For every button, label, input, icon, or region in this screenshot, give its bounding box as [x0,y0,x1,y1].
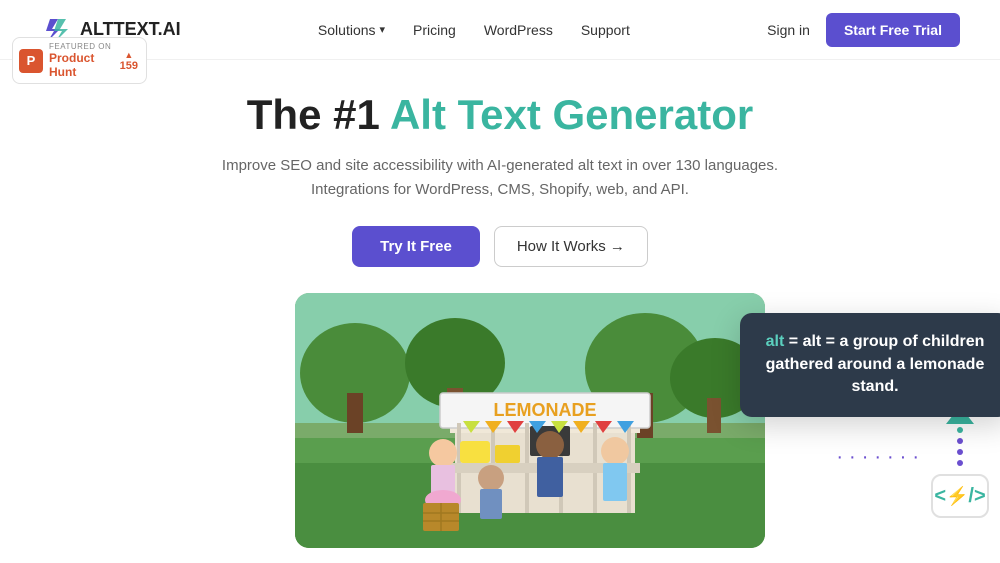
nav-right: Sign in Start Free Trial [767,13,960,47]
arrow-dots [957,427,963,466]
hero-subtitle: Improve SEO and site accessibility with … [222,154,778,202]
navbar: ALTTEXT.AI Solutions ▾ Pricing WordPress… [0,0,1000,60]
code-icon: < ⚡ /> [931,474,989,518]
nav-support[interactable]: Support [581,22,630,38]
hero-buttons: Try It Free How It Works → [352,226,648,267]
try-it-free-button[interactable]: Try It Free [352,226,480,267]
nav-pricing[interactable]: Pricing [413,22,456,38]
product-hunt-badge[interactable]: P FEATURED ON Product Hunt ▲ 159 [12,37,147,84]
svg-text:LEMONADE: LEMONADE [494,400,597,420]
how-it-works-button[interactable]: How It Works → [494,226,648,267]
product-hunt-count: ▲ 159 [120,50,138,72]
dotted-line: ······· [836,446,925,469]
demo-section: LEMONADE 10¢ [0,293,1000,548]
demo-image: LEMONADE 10¢ [295,293,765,548]
chevron-down-icon: ▾ [380,23,386,36]
nav-links: Solutions ▾ Pricing WordPress Support [318,22,630,38]
lemonade-scene-image: LEMONADE 10¢ [295,293,765,548]
hero-title: The #1 Alt Text Generator [247,90,753,140]
hero-section: The #1 Alt Text Generator Improve SEO an… [0,60,1000,548]
product-hunt-icon: P [19,49,43,73]
alt-text-tooltip: alt = alt = a group of children gathered… [740,313,1000,416]
product-hunt-text: FEATURED ON Product Hunt [49,42,114,79]
sign-in-link[interactable]: Sign in [767,22,810,38]
nav-wordpress[interactable]: WordPress [484,22,553,38]
start-free-trial-button[interactable]: Start Free Trial [826,13,960,47]
nav-solutions[interactable]: Solutions ▾ [318,22,385,38]
